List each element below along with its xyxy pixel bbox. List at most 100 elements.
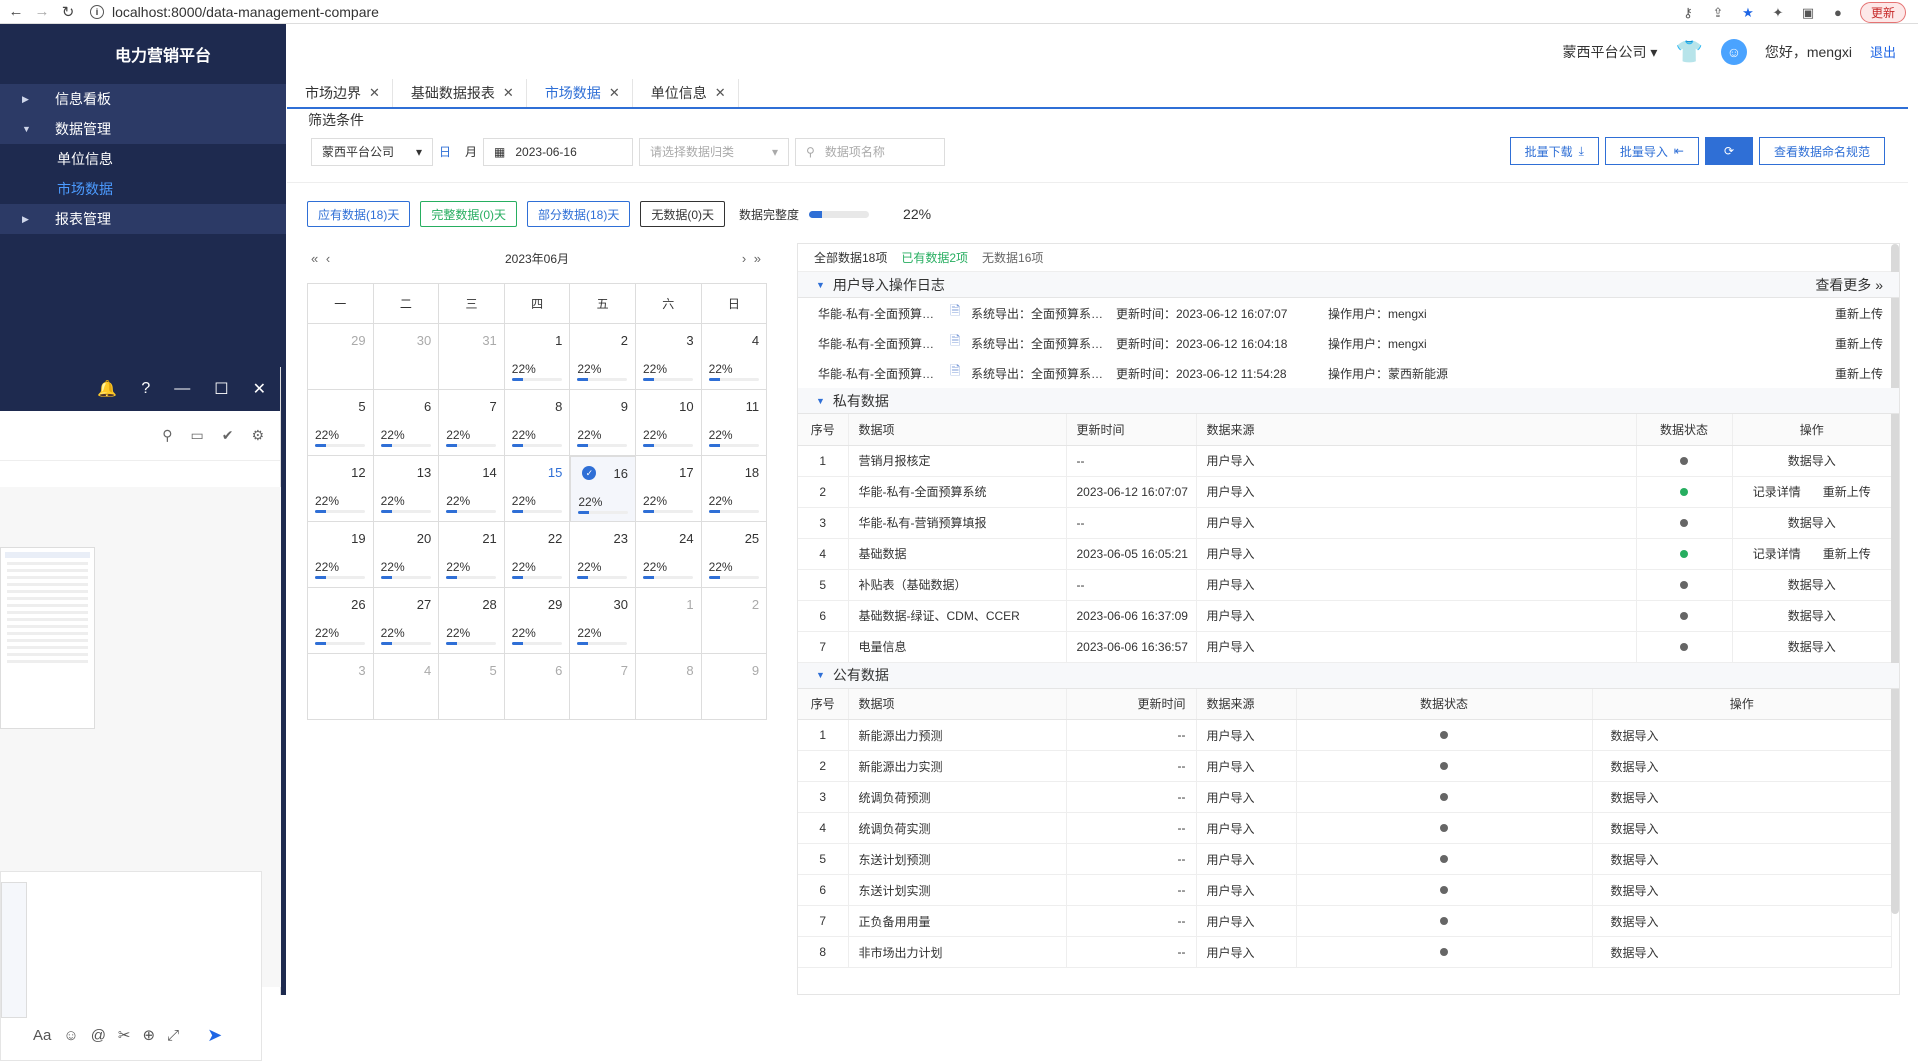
star-icon[interactable]: ★ [1740, 5, 1756, 21]
row-op[interactable]: 数据导入 [1592, 936, 1892, 968]
update-button[interactable]: 更新 [1859, 2, 1906, 23]
view-naming-button[interactable]: 查看数据命名规范 [1758, 137, 1885, 165]
reupload-link[interactable]: 重新上传 [1835, 305, 1883, 322]
row-op[interactable]: 数据导入 [1592, 750, 1892, 782]
prev-year-month-icon[interactable]: « ‹ [311, 251, 332, 266]
search-user-icon[interactable]: ⚲ [162, 427, 172, 444]
has-count[interactable]: 已有数据2项 [901, 249, 968, 266]
calendar-day[interactable]: 18 22% [701, 456, 768, 522]
reupload-link[interactable]: 重新上传 [1835, 335, 1883, 352]
row-action-link[interactable]: 数据导入 [1788, 452, 1836, 469]
calendar-day[interactable]: 30 [373, 324, 440, 390]
company-filter[interactable]: 蒙西平台公司 ▾ [311, 137, 433, 166]
calendar-day[interactable]: 21 22% [439, 522, 505, 588]
row-op[interactable]: 数据导入 [1592, 812, 1892, 844]
calendar-day[interactable]: 1 22% [504, 324, 571, 390]
expand-icon[interactable]: ⤢ [167, 1027, 179, 1044]
calendar-day[interactable]: 20 22% [373, 522, 440, 588]
due-days-chip[interactable]: 应有数据(18)天 [307, 201, 411, 227]
calendar-day[interactable]: 3 [308, 654, 374, 720]
none-count[interactable]: 无数据16项 [982, 249, 1043, 266]
reload-icon[interactable]: ↻ [58, 2, 78, 22]
close-icon[interactable]: ✕ [503, 85, 514, 101]
mention-icon[interactable]: @ [91, 1027, 106, 1044]
row-op[interactable]: 数据导入 [1592, 843, 1892, 875]
share-icon[interactable]: ⇪ [1710, 5, 1726, 21]
forward-icon[interactable]: → [32, 2, 52, 22]
row-op[interactable]: 数据导入 [1592, 874, 1892, 906]
none-days-chip[interactable]: 无数据(0)天 [640, 201, 726, 227]
sidebar-item-market-data[interactable]: 市场数据 [0, 174, 286, 204]
calendar-day[interactable]: 16 ✓ 22% [570, 456, 636, 522]
sidebar-item-data-management[interactable]: ▼ 数据管理 [0, 114, 286, 144]
all-count[interactable]: 全部数据18项 [814, 249, 887, 266]
calendar-day[interactable]: 3 22% [635, 324, 702, 390]
company-select[interactable]: 蒙西平台公司 ▾ [1563, 42, 1658, 62]
scissors-icon[interactable]: ✂ [118, 1026, 131, 1044]
sidebar-item-reports[interactable]: ▶ 报表管理 [0, 204, 286, 234]
logout-link[interactable]: 退出 [1870, 42, 1896, 61]
row-op[interactable]: 数据导入 [1592, 719, 1892, 751]
maximize-icon[interactable]: ☐ [214, 379, 228, 399]
calendar-day[interactable]: 13 22% [373, 456, 440, 522]
calendar-day[interactable]: 14 22% [439, 456, 505, 522]
calendar-day[interactable]: 30 22% [570, 588, 636, 654]
row-action-link[interactable]: 数据导入 [1788, 607, 1836, 624]
calendar-day[interactable]: 12 22% [308, 456, 374, 522]
profile-icon[interactable]: ● [1830, 5, 1846, 21]
close-icon[interactable]: ✕ [715, 85, 726, 101]
calendar-day[interactable]: 4 [373, 654, 440, 720]
calendar-day[interactable]: 28 22% [439, 588, 505, 654]
emoji-icon[interactable]: ☺ [63, 1027, 78, 1044]
back-icon[interactable]: ← [6, 2, 26, 22]
row-action-link[interactable]: 数据导入 [1788, 638, 1836, 655]
category-select[interactable]: 请选择数据归类 ▾ [639, 137, 790, 166]
add-icon[interactable]: ⊕ [143, 1026, 156, 1044]
row-action-link[interactable]: 记录详情 [1753, 483, 1801, 500]
screenshot-thumbnail[interactable] [0, 547, 95, 729]
sidebar-item-unit-info[interactable]: 单位信息 [0, 144, 286, 174]
calendar-day[interactable]: 7 22% [439, 390, 505, 456]
next-month-year-icon[interactable]: › » [742, 251, 763, 266]
tab-market-boundary[interactable]: 市场边界 ✕ [287, 79, 393, 107]
row-action-link[interactable]: 数据导入 [1788, 576, 1836, 593]
close-icon[interactable]: ✕ [253, 379, 266, 399]
batch-download-button[interactable]: 批量下载 ⤓ [1509, 137, 1599, 165]
private-data-header[interactable]: ▼ 私有数据 [798, 388, 1899, 414]
calendar-day[interactable]: 6 22% [373, 390, 440, 456]
import-log-header[interactable]: ▼ 用户导入操作日志 查看更多 » [798, 272, 1899, 298]
date-picker[interactable]: ▦ 2023-06-16 [483, 137, 634, 166]
search-input[interactable]: ⚲ 数据项名称 [795, 137, 946, 166]
help-icon[interactable]: ? [141, 380, 150, 398]
view-more-link[interactable]: 查看更多 » [1815, 275, 1883, 295]
calendar-day[interactable]: 2 22% [570, 324, 636, 390]
calendar-day[interactable]: 17 22% [635, 456, 702, 522]
key-icon[interactable]: ⚷ [1680, 5, 1696, 21]
row-op[interactable]: 数据导入 [1592, 781, 1892, 813]
batch-import-button[interactable]: 批量导入 ⇤ [1604, 137, 1699, 165]
calendar-day[interactable]: 24 22% [635, 522, 702, 588]
partial-days-chip[interactable]: 部分数据(18)天 [527, 201, 631, 227]
calendar-day[interactable]: 27 22% [373, 588, 440, 654]
calendar-day[interactable]: 5 [439, 654, 505, 720]
row-action-link[interactable]: 数据导入 [1788, 514, 1836, 531]
settings-icon[interactable]: ⚙ [251, 427, 264, 444]
close-icon[interactable]: ✕ [609, 85, 620, 101]
day-toggle[interactable]: 日 [439, 143, 451, 160]
tab-base-report[interactable]: 基础数据报表 ✕ [393, 79, 527, 107]
check-icon[interactable]: ✔ [222, 427, 234, 444]
chat-input[interactable]: Aa ☺ @ ✂ ⊕ ⤢ ➤ [0, 871, 262, 1061]
tab-unit-info[interactable]: 单位信息 ✕ [633, 79, 739, 107]
calendar-day[interactable]: 31 [439, 324, 505, 390]
row-action-link[interactable]: 重新上传 [1823, 545, 1871, 562]
pasted-image-thumbnail[interactable] [1, 882, 27, 1018]
calendar-day[interactable]: 15 22% [504, 456, 571, 522]
calendar-day[interactable]: 7 [570, 654, 636, 720]
address-bar[interactable]: i localhost:8000/data-management-compare [90, 2, 379, 22]
complete-days-chip[interactable]: 完整数据(0)天 [420, 201, 518, 227]
font-icon[interactable]: Aa [33, 1027, 51, 1044]
extensions-icon[interactable]: ✦ [1770, 5, 1786, 21]
calendar-day[interactable]: 22 22% [504, 522, 571, 588]
calendar-day[interactable]: 5 22% [308, 390, 374, 456]
sidepanel-icon[interactable]: ▣ [1800, 5, 1816, 21]
